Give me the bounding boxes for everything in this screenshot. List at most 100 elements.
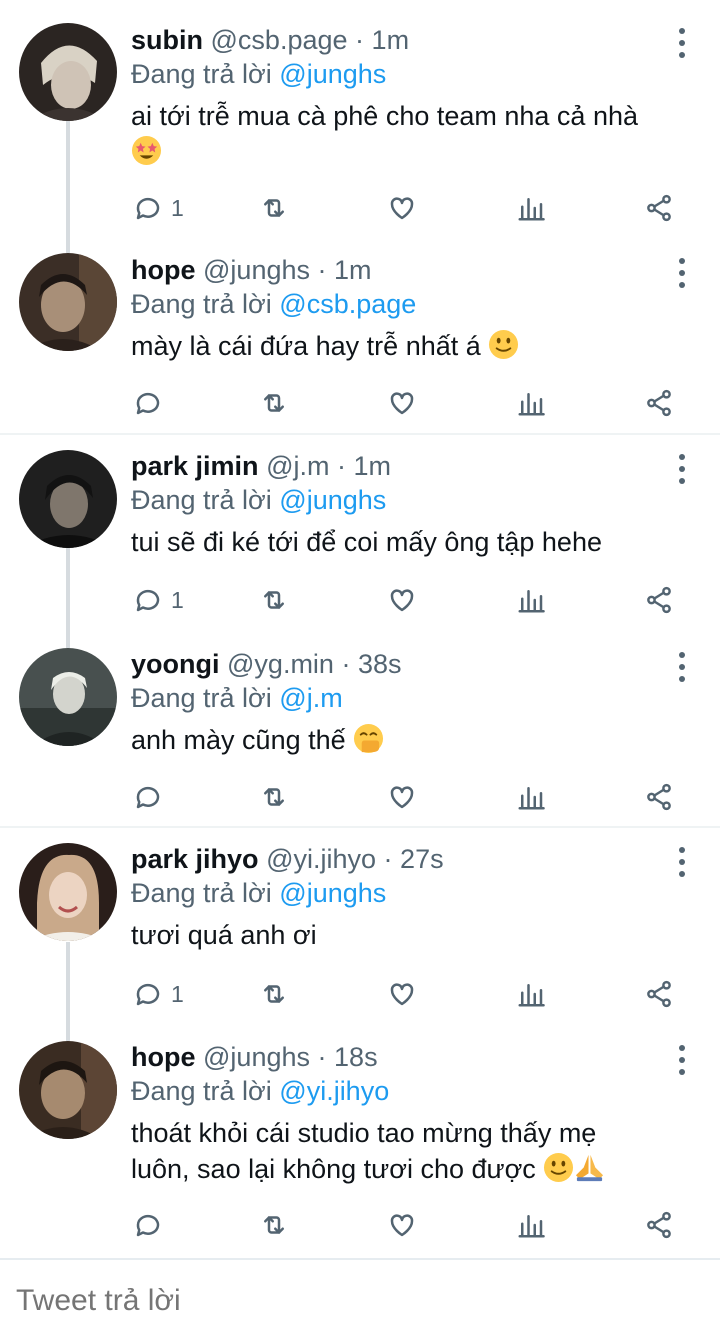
more-icon[interactable]: [677, 258, 687, 288]
reply-button[interactable]: [133, 1205, 171, 1245]
display-name[interactable]: hope: [131, 1042, 196, 1072]
separator: ·: [317, 255, 327, 285]
more-icon[interactable]: [677, 847, 687, 877]
reply-button[interactable]: [133, 777, 171, 817]
share-button[interactable]: [644, 974, 674, 1014]
avatar[interactable]: [19, 253, 117, 351]
tweet[interactable]: park jihyo @yi.jihyo · 27s Đang trả lời …: [0, 829, 720, 1025]
share-button[interactable]: [644, 188, 674, 228]
analytics-icon: [518, 984, 545, 1007]
retweet-button[interactable]: [259, 974, 289, 1014]
reply-icon: [136, 983, 160, 1006]
tweet-actions: 1: [131, 974, 681, 1014]
retweet-button[interactable]: [259, 188, 289, 228]
reply-button[interactable]: 1: [133, 188, 184, 228]
share-button[interactable]: [644, 1205, 674, 1245]
avatar[interactable]: [19, 23, 117, 121]
avatar[interactable]: [19, 843, 117, 941]
reply-icon: [136, 197, 160, 220]
timestamp[interactable]: 38s: [358, 649, 402, 679]
analytics-button[interactable]: [516, 777, 546, 817]
more-icon[interactable]: [677, 1045, 687, 1075]
like-icon: [390, 392, 414, 415]
retweet-button[interactable]: [259, 1205, 289, 1245]
retweet-button[interactable]: [259, 777, 289, 817]
user-handle[interactable]: @j.m: [266, 451, 329, 481]
retweet-icon: [264, 591, 284, 609]
separator: ·: [341, 649, 351, 679]
user-handle[interactable]: @csb.page: [211, 25, 348, 55]
mention-link[interactable]: @csb.page: [279, 289, 416, 319]
user-handle[interactable]: @junghs: [203, 1042, 310, 1072]
replying-label: Đang trả lời: [131, 683, 272, 713]
user-handle[interactable]: @junghs: [203, 255, 310, 285]
tweet[interactable]: yoongi @yg.min · 38s Đang trả lời @j.m a…: [0, 632, 720, 828]
share-icon: [647, 194, 671, 222]
mention-link[interactable]: @junghs: [279, 485, 386, 515]
mention-link[interactable]: @yi.jihyo: [279, 1076, 389, 1106]
reply-input[interactable]: [16, 1284, 616, 1318]
tweet[interactable]: subin @csb.page · 1m Đang trả lời @jungh…: [0, 0, 720, 240]
timestamp[interactable]: 18s: [334, 1042, 378, 1072]
share-button[interactable]: [644, 777, 674, 817]
user-handle[interactable]: @yi.jihyo: [266, 844, 376, 874]
analytics-button[interactable]: [516, 974, 546, 1014]
display-name[interactable]: hope: [131, 255, 196, 285]
display-name[interactable]: yoongi: [131, 649, 220, 679]
replying-label: Đang trả lời: [131, 1076, 272, 1106]
share-button[interactable]: [644, 580, 674, 620]
like-button[interactable]: [387, 188, 417, 228]
like-button[interactable]: [387, 1205, 417, 1245]
mention-link[interactable]: @junghs: [279, 59, 386, 89]
display-name[interactable]: park jihyo: [131, 844, 259, 874]
share-icon: [647, 783, 671, 811]
display-name[interactable]: subin: [131, 25, 203, 55]
timestamp[interactable]: 1m: [334, 255, 372, 285]
tweet-meta: yoongi @yg.min · 38s: [131, 648, 660, 680]
like-button[interactable]: [387, 580, 417, 620]
display-name[interactable]: park jimin: [131, 451, 259, 481]
user-handle[interactable]: @yg.min: [227, 649, 334, 679]
mention-link[interactable]: @junghs: [279, 878, 386, 908]
timestamp[interactable]: 1m: [372, 25, 410, 55]
share-button[interactable]: [644, 383, 674, 423]
analytics-button[interactable]: [516, 383, 546, 423]
like-button[interactable]: [387, 974, 417, 1014]
replying-label: Đang trả lời: [131, 878, 272, 908]
more-icon[interactable]: [677, 652, 687, 682]
analytics-button[interactable]: [516, 188, 546, 228]
timestamp[interactable]: 1m: [354, 451, 392, 481]
tweet-meta: park jihyo @yi.jihyo · 27s: [131, 843, 660, 875]
reply-button[interactable]: [133, 383, 171, 423]
tweet-text-line: luôn, sao lại không tươi cho được: [131, 1154, 536, 1184]
like-button[interactable]: [387, 777, 417, 817]
retweet-button[interactable]: [259, 383, 289, 423]
reply-button[interactable]: 1: [133, 974, 184, 1014]
tweet[interactable]: park jimin @j.m · 1m Đang trả lời @jungh…: [0, 436, 720, 632]
star-struck-emoji: [131, 135, 162, 166]
tweet-text-line: thoát khỏi cái studio tao mừng thấy mẹ: [131, 1118, 597, 1148]
retweet-button[interactable]: [259, 580, 289, 620]
more-icon[interactable]: [677, 454, 687, 484]
replying-to: Đang trả lời @csb.page: [131, 287, 660, 321]
mention-link[interactable]: @j.m: [279, 683, 342, 713]
tweet[interactable]: hope @junghs · 1m Đang trả lời @csb.page…: [0, 240, 720, 435]
analytics-button[interactable]: [516, 580, 546, 620]
avatar[interactable]: [19, 648, 117, 746]
avatar[interactable]: [19, 450, 117, 548]
reply-button[interactable]: 1: [133, 580, 184, 620]
like-button[interactable]: [387, 383, 417, 423]
slight-smile-emoji: [544, 1152, 574, 1183]
more-icon[interactable]: [677, 28, 687, 58]
retweet-icon: [264, 1216, 284, 1234]
separator: ·: [317, 1042, 327, 1072]
avatar[interactable]: [19, 1041, 117, 1139]
reply-bar: [0, 1258, 720, 1343]
analytics-button[interactable]: [516, 1205, 546, 1245]
tweet-actions: 1: [131, 188, 681, 228]
tweet[interactable]: hope @junghs · 18s Đang trả lời @yi.jihy…: [0, 1025, 720, 1258]
timestamp[interactable]: 27s: [400, 844, 444, 874]
tweet-text: tui sẽ đi ké tới để coi mấy ông tập hehe: [131, 524, 660, 560]
retweet-icon: [264, 985, 284, 1003]
replying-label: Đang trả lời: [131, 59, 272, 89]
